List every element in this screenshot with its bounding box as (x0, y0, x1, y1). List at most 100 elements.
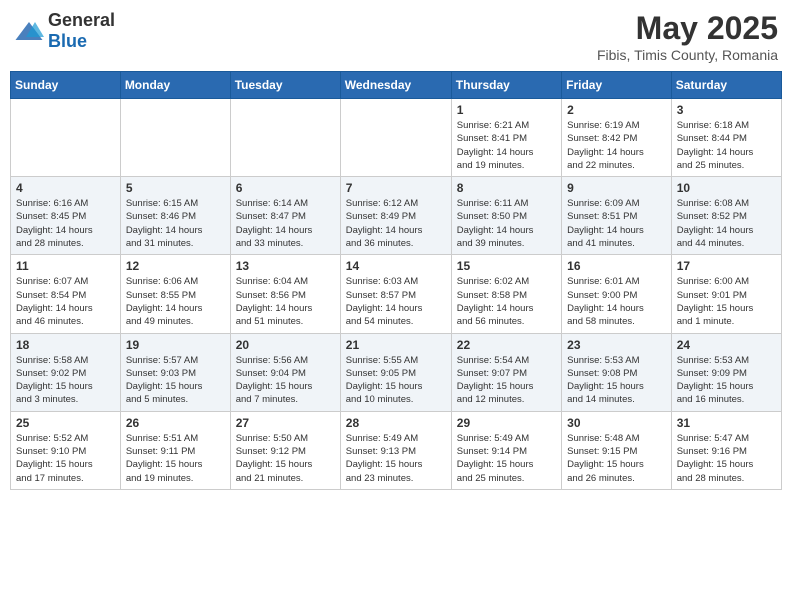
weekday-header-sunday: Sunday (11, 72, 121, 99)
day-info: Sunrise: 5:58 AMSunset: 9:02 PMDaylight:… (16, 354, 115, 407)
day-info: Sunrise: 5:49 AMSunset: 9:14 PMDaylight:… (457, 432, 556, 485)
day-cell-17: 17 Sunrise: 6:00 AMSunset: 9:01 PMDayligh… (671, 255, 781, 333)
day-info: Sunrise: 6:01 AMSunset: 9:00 PMDaylight:… (567, 275, 666, 328)
day-cell-20: 20 Sunrise: 5:56 AMSunset: 9:04 PMDayligh… (230, 333, 340, 411)
week-row-3: 11 Sunrise: 6:07 AMSunset: 8:54 PMDayligh… (11, 255, 782, 333)
day-info: Sunrise: 6:15 AMSunset: 8:46 PMDaylight:… (126, 197, 225, 250)
day-info: Sunrise: 5:54 AMSunset: 9:07 PMDaylight:… (457, 354, 556, 407)
week-row-1: 1 Sunrise: 6:21 AMSunset: 8:41 PMDaylight… (11, 99, 782, 177)
day-number: 17 (677, 259, 776, 273)
day-cell-18: 18 Sunrise: 5:58 AMSunset: 9:02 PMDayligh… (11, 333, 121, 411)
day-cell-31: 31 Sunrise: 5:47 AMSunset: 9:16 PMDayligh… (671, 411, 781, 489)
day-cell-5: 5 Sunrise: 6:15 AMSunset: 8:46 PMDaylight… (120, 177, 230, 255)
logo-general: General (48, 10, 115, 30)
day-cell-29: 29 Sunrise: 5:49 AMSunset: 9:14 PMDayligh… (451, 411, 561, 489)
day-number: 20 (236, 338, 335, 352)
day-cell-22: 22Sunrise: 5:54 AMSunset: 9:07 PMDayligh… (451, 333, 561, 411)
day-number: 29 (457, 416, 556, 430)
day-info: Sunrise: 5:52 AMSunset: 9:10 PMDaylight:… (16, 432, 115, 485)
day-cell-15: 15 Sunrise: 6:02 AMSunset: 8:58 PMDayligh… (451, 255, 561, 333)
day-cell-8: 8 Sunrise: 6:11 AMSunset: 8:50 PMDaylight… (451, 177, 561, 255)
day-number: 6 (236, 181, 335, 195)
day-cell-23: 23 Sunrise: 5:53 AMSunset: 9:08 PMDayligh… (562, 333, 672, 411)
logo-icon (14, 19, 44, 43)
day-cell-11: 11 Sunrise: 6:07 AMSunset: 8:54 PMDayligh… (11, 255, 121, 333)
day-info: Sunrise: 6:14 AMSunset: 8:47 PMDaylight:… (236, 197, 335, 250)
day-number: 1 (457, 103, 556, 117)
calendar-table: SundayMondayTuesdayWednesdayThursdayFrid… (10, 71, 782, 490)
weekday-header-row: SundayMondayTuesdayWednesdayThursdayFrid… (11, 72, 782, 99)
location-subtitle: Fibis, Timis County, Romania (597, 47, 778, 63)
day-info: Sunrise: 6:07 AMSunset: 8:54 PMDaylight:… (16, 275, 115, 328)
day-info: Sunrise: 6:04 AMSunset: 8:56 PMDaylight:… (236, 275, 335, 328)
logo: General Blue (14, 10, 115, 52)
day-cell-12: 12 Sunrise: 6:06 AMSunset: 8:55 PMDayligh… (120, 255, 230, 333)
logo-text: General Blue (48, 10, 115, 52)
day-info: Sunrise: 5:51 AMSunset: 9:11 PMDaylight:… (126, 432, 225, 485)
day-number: 11 (16, 259, 115, 273)
day-cell-16: 16 Sunrise: 6:01 AMSunset: 9:00 PMDayligh… (562, 255, 672, 333)
day-number: 2 (567, 103, 666, 117)
empty-cell (230, 99, 340, 177)
day-info: Sunrise: 6:19 AMSunset: 8:42 PMDaylight:… (567, 119, 666, 172)
day-number: 16 (567, 259, 666, 273)
day-cell-2: 2 Sunrise: 6:19 AMSunset: 8:42 PMDaylight… (562, 99, 672, 177)
day-info: Sunrise: 5:53 AMSunset: 9:08 PMDaylight:… (567, 354, 666, 407)
day-info: Sunrise: 6:06 AMSunset: 8:55 PMDaylight:… (126, 275, 225, 328)
day-cell-3: 3 Sunrise: 6:18 AMSunset: 8:44 PMDaylight… (671, 99, 781, 177)
day-info: Sunrise: 6:12 AMSunset: 8:49 PMDaylight:… (346, 197, 446, 250)
month-title: May 2025 (597, 10, 778, 47)
weekday-header-thursday: Thursday (451, 72, 561, 99)
day-number: 21 (346, 338, 446, 352)
day-number: 10 (677, 181, 776, 195)
weekday-header-saturday: Saturday (671, 72, 781, 99)
day-cell-1: 1 Sunrise: 6:21 AMSunset: 8:41 PMDaylight… (451, 99, 561, 177)
day-number: 13 (236, 259, 335, 273)
day-number: 7 (346, 181, 446, 195)
day-cell-19: 19Sunrise: 5:57 AMSunset: 9:03 PMDayligh… (120, 333, 230, 411)
day-cell-14: 14 Sunrise: 6:03 AMSunset: 8:57 PMDayligh… (340, 255, 451, 333)
day-info: Sunrise: 6:02 AMSunset: 8:58 PMDaylight:… (457, 275, 556, 328)
day-info: Sunrise: 6:21 AMSunset: 8:41 PMDaylight:… (457, 119, 556, 172)
day-info: Sunrise: 6:11 AMSunset: 8:50 PMDaylight:… (457, 197, 556, 250)
day-cell-10: 10 Sunrise: 6:08 AMSunset: 8:52 PMDayligh… (671, 177, 781, 255)
day-cell-25: 25 Sunrise: 5:52 AMSunset: 9:10 PMDayligh… (11, 411, 121, 489)
day-number: 24 (677, 338, 776, 352)
day-cell-13: 13 Sunrise: 6:04 AMSunset: 8:56 PMDayligh… (230, 255, 340, 333)
day-cell-9: 9 Sunrise: 6:09 AMSunset: 8:51 PMDaylight… (562, 177, 672, 255)
day-number: 4 (16, 181, 115, 195)
empty-cell (11, 99, 121, 177)
day-info: Sunrise: 6:03 AMSunset: 8:57 PMDaylight:… (346, 275, 446, 328)
day-number: 8 (457, 181, 556, 195)
day-info: Sunrise: 6:09 AMSunset: 8:51 PMDaylight:… (567, 197, 666, 250)
day-info: Sunrise: 5:49 AMSunset: 9:13 PMDaylight:… (346, 432, 446, 485)
day-number: 9 (567, 181, 666, 195)
day-info: Sunrise: 6:00 AMSunset: 9:01 PMDaylight:… (677, 275, 776, 328)
day-number: 19 (126, 338, 225, 352)
day-number: 28 (346, 416, 446, 430)
day-number: 15 (457, 259, 556, 273)
day-info: Sunrise: 5:56 AMSunset: 9:04 PMDaylight:… (236, 354, 335, 407)
day-info: Sunrise: 6:18 AMSunset: 8:44 PMDaylight:… (677, 119, 776, 172)
day-number: 3 (677, 103, 776, 117)
day-number: 5 (126, 181, 225, 195)
week-row-4: 18 Sunrise: 5:58 AMSunset: 9:02 PMDayligh… (11, 333, 782, 411)
week-row-2: 4Sunrise: 6:16 AMSunset: 8:45 PMDaylight… (11, 177, 782, 255)
day-info: Sunrise: 5:47 AMSunset: 9:16 PMDaylight:… (677, 432, 776, 485)
day-cell-27: 27Sunrise: 5:50 AMSunset: 9:12 PMDayligh… (230, 411, 340, 489)
day-number: 30 (567, 416, 666, 430)
day-number: 12 (126, 259, 225, 273)
page-header: General Blue May 2025 Fibis, Timis Count… (10, 10, 782, 63)
day-cell-30: 30Sunrise: 5:48 AMSunset: 9:15 PMDayligh… (562, 411, 672, 489)
day-info: Sunrise: 6:08 AMSunset: 8:52 PMDaylight:… (677, 197, 776, 250)
day-number: 25 (16, 416, 115, 430)
weekday-header-tuesday: Tuesday (230, 72, 340, 99)
day-cell-28: 28 Sunrise: 5:49 AMSunset: 9:13 PMDayligh… (340, 411, 451, 489)
day-number: 31 (677, 416, 776, 430)
empty-cell (340, 99, 451, 177)
day-number: 27 (236, 416, 335, 430)
day-number: 14 (346, 259, 446, 273)
day-number: 18 (16, 338, 115, 352)
weekday-header-monday: Monday (120, 72, 230, 99)
day-number: 23 (567, 338, 666, 352)
